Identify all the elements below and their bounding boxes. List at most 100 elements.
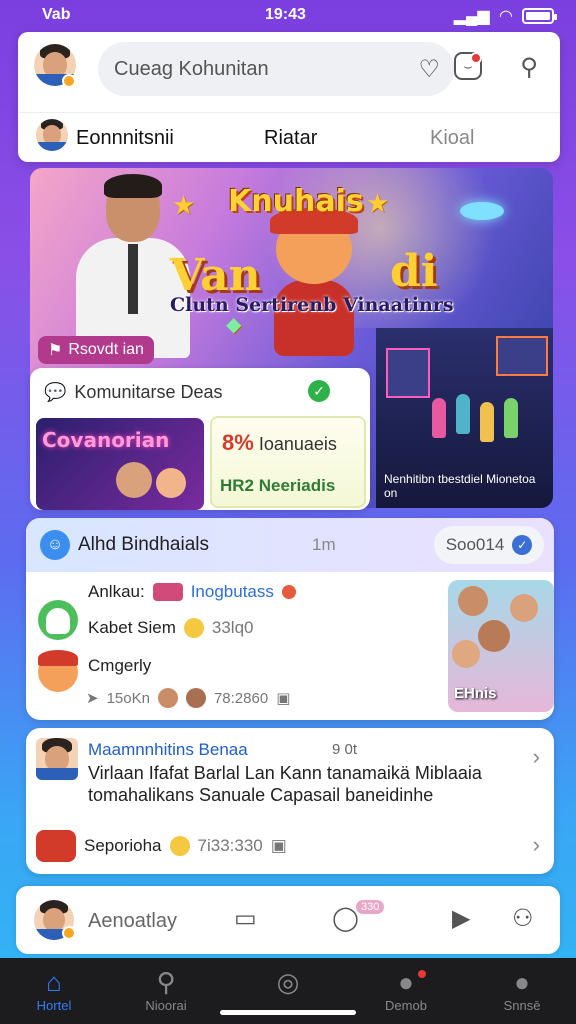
community-card[interactable]: 💬 Komunitarse Deas ✓ Covanorian 8% Ioanu… — [30, 368, 370, 510]
list-item[interactable]: Anlkau: Inogbutass — [88, 582, 296, 602]
community-thumbnail[interactable]: Covanorian — [36, 418, 204, 510]
group-pill-button[interactable]: Soo014 ✓ — [434, 526, 544, 564]
smile-icon — [169, 836, 190, 856]
share-icon[interactable]: ➤ — [86, 689, 99, 707]
heart-icon[interactable]: ♡ — [418, 55, 440, 84]
tab-riatar[interactable]: Riatar — [264, 127, 317, 150]
search-placeholder: Cueag Kohunitan — [114, 58, 269, 80]
tab-kioal[interactable]: Kioal — [430, 127, 474, 150]
search-bar[interactable]: Cueag Kohunitan ♡ — [98, 42, 454, 96]
nav-home-label: Hortel — [36, 998, 72, 1013]
tab-community[interactable]: Eonnnitsnii — [76, 127, 174, 150]
nav-chat[interactable]: ◎ — [248, 966, 328, 998]
face-icon — [185, 688, 206, 708]
search-icon: ⚲ — [156, 967, 176, 997]
mascot-illustration — [260, 208, 370, 356]
search-icon[interactable]: ⚲ — [512, 50, 546, 84]
face-icon — [157, 688, 178, 708]
clock: 19:43 — [265, 6, 306, 23]
card-icon — [152, 583, 183, 601]
status-icons: ▂▄▆ ◠ — [453, 6, 557, 26]
likes-count: 78:2860 — [213, 689, 269, 707]
hero-title-top: Knuhais — [228, 184, 364, 219]
community-header: 💬 Komunitarse Deas — [44, 382, 223, 403]
smile-icon — [183, 618, 204, 638]
hero-room-scene: Nenhitibn tbestdiel Mionetoa on — [376, 328, 553, 508]
chevron-right-icon[interactable]: › — [533, 832, 540, 858]
chat-bubble-icon: 💬 — [44, 382, 67, 402]
ufo-icon — [460, 202, 504, 220]
home-icon: ⌂ — [46, 967, 62, 997]
check-icon: ✓ — [512, 535, 533, 555]
hero-room-caption: Nenhitibn tbestdiel Mionetoa on — [384, 472, 536, 500]
community-thumb-text: Covanorian — [42, 428, 170, 452]
list-item[interactable]: Kabet Siem 33lq0 — [88, 618, 254, 638]
nav-profile-label: Snnsē — [503, 998, 541, 1013]
stat-percent: 8% — [222, 430, 254, 455]
stat-text: 8% Ioanuaeis — [222, 430, 337, 456]
composer-input[interactable]: Aenoatlay — [88, 910, 177, 933]
grid-icon[interactable]: ▣ — [271, 836, 287, 856]
row-tag: Inogbutass — [190, 582, 274, 601]
post-author-name[interactable]: Maamnnhitins Benaa — [88, 740, 248, 760]
grid-icon[interactable]: ▣ — [276, 689, 290, 707]
post-body: Virlaan Ifafat Barlal Lan Kann tanamaikä… — [88, 763, 482, 805]
post-footer: Seporioha 7i33:330 ▣ — [36, 830, 287, 862]
flag-icon: ⚑ — [48, 342, 63, 359]
person-icon[interactable]: ⚇ — [512, 904, 534, 933]
community-stat-card[interactable]: 8% Ioanuaeis HR2 Neeriadis — [210, 416, 366, 508]
hero-chip[interactable]: ⚑ Rsovdt ian — [38, 336, 154, 364]
row-name: Anlkau: — [88, 582, 145, 601]
row-count: 33lq0 — [211, 618, 254, 637]
post-author-avatar[interactable] — [36, 738, 78, 780]
group-time: 1m — [312, 535, 336, 554]
nav-notifications[interactable]: ● Demob — [366, 966, 446, 1013]
star-icon: ★ — [172, 190, 196, 220]
tab-avatar — [36, 119, 68, 151]
chevron-right-icon[interactable]: › — [533, 744, 540, 770]
hero-title-right: di — [390, 246, 438, 297]
row-text: Cmgerly — [88, 656, 152, 675]
badge-icon — [281, 585, 296, 599]
views-count: 15oKn — [106, 689, 150, 707]
post-time: 9 0t — [332, 741, 358, 758]
signal-icon: ▂▄▆ — [453, 8, 490, 25]
bell-icon: ● — [366, 966, 446, 998]
battery-icon — [522, 8, 557, 24]
nav-notifications-label: Demob — [385, 998, 427, 1013]
row-text: Kabet Siem — [88, 618, 176, 637]
group-logo-icon — [36, 830, 76, 862]
message-icon[interactable]: ◯ — [332, 904, 359, 933]
profile-icon: ● — [514, 967, 530, 997]
stats-row: ➤ 15oKn 78:2860 ▣ — [86, 688, 290, 708]
verified-check-icon: ✓ — [308, 380, 330, 402]
ghost-avatar — [38, 600, 78, 640]
inbox-icon[interactable]: ⌣ — [454, 52, 482, 80]
feed-post-card[interactable]: Maamnnhitins Benaa 9 0t › Virlaan Ifafat… — [26, 728, 554, 874]
nav-profile[interactable]: ● Snnsē — [482, 966, 562, 1013]
hero-subtitle: Clutn Sertirenb Vinaatinrs — [170, 294, 454, 316]
group-pill-label: Soo014 — [445, 535, 505, 554]
notification-dot — [470, 52, 482, 64]
footer-count: 7i33:330 — [197, 836, 263, 855]
stat-label: Ioanuaeis — [258, 434, 337, 454]
status-bar: Vab 19:43 ▂▄▆ ◠ — [0, 0, 576, 30]
group-card-header: ☺ Alhd Bindhaials 1m Soo014 ✓ — [26, 518, 554, 572]
photo-label: EHnis — [454, 685, 497, 702]
comment-icon[interactable]: ▭ — [234, 904, 257, 933]
character-avatar — [38, 650, 78, 692]
carrier-label: Vab — [42, 6, 71, 23]
group-card[interactable]: ☺ Alhd Bindhaials 1m Soo014 ✓ Anlkau: In… — [26, 518, 554, 720]
nav-search-label: Nioorai — [145, 998, 187, 1013]
avatar-status-badge — [62, 74, 76, 88]
list-item[interactable]: Cmgerly — [88, 656, 151, 676]
composer-bar: Aenoatlay ▭ ◯ 330 ▶ ⚇ — [16, 886, 560, 954]
play-icon[interactable]: ▶ — [452, 904, 470, 933]
wifi-icon: ◠ — [499, 8, 512, 25]
group-photo[interactable]: EHnis — [448, 580, 554, 712]
group-icon: ☺ — [40, 530, 70, 560]
footer-name[interactable]: Seporioha — [84, 836, 162, 856]
nav-search[interactable]: ⚲ Nioorai — [126, 966, 206, 1013]
nav-home[interactable]: ⌂ Hortel — [14, 966, 94, 1013]
chat-icon: ◎ — [276, 967, 300, 997]
